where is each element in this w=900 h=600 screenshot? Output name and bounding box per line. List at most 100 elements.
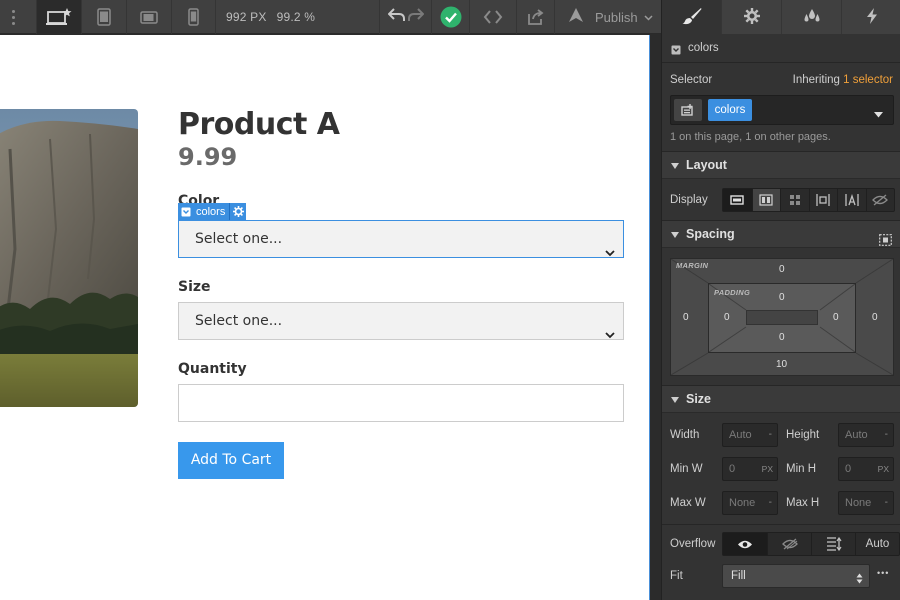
overflow-visible-eye-icon[interactable] <box>723 533 767 555</box>
menu-dots-icon[interactable] <box>0 0 26 34</box>
fit-value: Fill <box>731 570 746 582</box>
display-grid-icon[interactable] <box>780 189 809 211</box>
display-inline-icon[interactable] <box>837 189 866 211</box>
padding-right-value[interactable]: 0 <box>833 312 839 323</box>
style-panel: colors Selector Inheriting 1 selector co… <box>661 0 900 600</box>
selector-label: Selector <box>670 74 713 86</box>
gear-icon[interactable] <box>229 203 246 220</box>
mobile-landscape-icon[interactable] <box>126 0 171 34</box>
inheriting-info[interactable]: Inheriting 1 selector <box>793 74 893 86</box>
chevron-down-icon <box>605 235 615 271</box>
max-width-value: None <box>729 497 756 509</box>
triangle-down-icon <box>671 232 679 238</box>
tablet-icon[interactable] <box>81 0 126 34</box>
width-dash: - <box>768 429 772 440</box>
overflow-label: Overflow <box>670 538 716 550</box>
code-icon[interactable] <box>469 0 516 34</box>
tab-settings[interactable] <box>721 0 781 34</box>
padding-bottom-value[interactable]: 0 <box>779 332 785 343</box>
spacing-section-header[interactable]: Spacing <box>662 220 900 248</box>
tab-lightning[interactable] <box>841 0 900 34</box>
margin-top-value[interactable]: 0 <box>779 264 785 275</box>
max-width-input[interactable]: None - <box>722 491 778 515</box>
divider <box>662 524 900 525</box>
margin-right-value[interactable]: 0 <box>872 312 878 323</box>
min-width-input[interactable]: 0 PX <box>722 457 778 481</box>
overflow-hidden-icon[interactable] <box>767 533 811 555</box>
min-height-input[interactable]: 0 PX <box>838 457 894 481</box>
display-none-icon[interactable] <box>865 189 895 211</box>
overflow-scroll-icon[interactable] <box>811 533 855 555</box>
display-inline-block-icon[interactable] <box>808 189 838 211</box>
display-block-icon[interactable] <box>723 189 752 211</box>
spacing-editor[interactable]: MARGIN 0 0 0 10 PADDING 0 0 0 0 <box>670 258 894 376</box>
add-to-cart-button[interactable]: Add To Cart <box>178 442 284 479</box>
width-input[interactable]: Auto - <box>722 423 778 447</box>
tab-style[interactable] <box>662 0 721 34</box>
margin-bottom-value[interactable]: 10 <box>776 359 787 370</box>
canvas-width-text: 992 PX <box>226 10 267 24</box>
max-height-input[interactable]: None - <box>838 491 894 515</box>
zoom-text: 99.2 % <box>276 10 316 24</box>
padding-left-value[interactable]: 0 <box>724 312 730 323</box>
fit-label: Fit <box>670 570 683 582</box>
size-select[interactable]: Select one... <box>178 302 624 340</box>
caret-down-icon[interactable] <box>874 107 883 121</box>
more-options-icon[interactable]: ••• <box>877 568 889 578</box>
min-width-value: 0 <box>729 463 736 475</box>
size-label: Size <box>178 279 211 295</box>
quantity-input[interactable] <box>178 384 624 422</box>
canvas-size-readout: 992 PX 99.2 % <box>226 0 315 34</box>
width-value: Auto <box>729 429 752 441</box>
product-price: 9.99 <box>178 143 238 171</box>
check-circle-icon[interactable] <box>431 0 469 34</box>
chevron-down-icon <box>644 8 653 26</box>
mobile-portrait-icon[interactable] <box>171 0 216 34</box>
bolt-icon <box>866 7 878 27</box>
publish-icon <box>567 7 585 28</box>
redo-icon[interactable] <box>407 7 424 27</box>
color-select[interactable]: Select one... <box>178 220 624 258</box>
publish-button[interactable]: Publish <box>554 0 661 34</box>
drops-icon <box>803 8 821 27</box>
height-label: Height <box>786 429 820 441</box>
brush-icon <box>682 7 702 28</box>
padding-label: PADDING <box>714 288 751 297</box>
selector-type-icon[interactable] <box>674 99 702 121</box>
display-label: Display <box>670 194 708 206</box>
spacing-toggle-icon[interactable] <box>879 229 892 256</box>
display-flex-icon[interactable] <box>751 189 780 211</box>
spacing-section-title: Spacing <box>686 227 735 241</box>
max-width-label: Max W <box>670 497 706 509</box>
selection-tag-label: colors <box>196 205 226 218</box>
selector-field[interactable]: colors <box>670 95 894 125</box>
design-canvas[interactable]: Product A 9.99 Color Select one... color… <box>0 35 649 600</box>
selector-chip[interactable]: colors <box>708 99 752 121</box>
display-options <box>722 188 895 212</box>
overflow-auto-button[interactable]: Auto <box>855 533 899 555</box>
selection-tag[interactable]: colors <box>178 203 247 220</box>
inheriting-text: Inheriting <box>792 74 840 86</box>
fit-select[interactable]: Fill <box>722 564 870 588</box>
padding-top-value[interactable]: 0 <box>779 292 785 303</box>
min-width-unit: PX <box>761 464 773 474</box>
min-height-value: 0 <box>845 463 852 475</box>
overflow-options: Auto <box>722 532 900 556</box>
margin-left-value[interactable]: 0 <box>683 312 689 323</box>
undo-icon[interactable] <box>387 7 406 27</box>
canvas-edge <box>649 35 661 600</box>
layout-section-title: Layout <box>686 158 727 172</box>
padding-box[interactable]: PADDING 0 0 0 0 <box>708 283 856 353</box>
gear-icon <box>743 7 760 27</box>
height-input[interactable]: Auto - <box>838 423 894 447</box>
product-image[interactable] <box>0 109 138 407</box>
layout-section-header[interactable]: Layout <box>662 151 900 179</box>
export-icon[interactable] <box>516 0 554 34</box>
desktop-star-icon[interactable] <box>36 0 81 34</box>
size-section-header[interactable]: Size <box>662 385 900 413</box>
min-height-label: Min H <box>786 463 817 475</box>
undo-redo-group <box>379 0 431 34</box>
element-class-name: colors <box>688 42 719 54</box>
tab-interactions[interactable] <box>781 0 841 34</box>
size-section-title: Size <box>686 392 712 406</box>
